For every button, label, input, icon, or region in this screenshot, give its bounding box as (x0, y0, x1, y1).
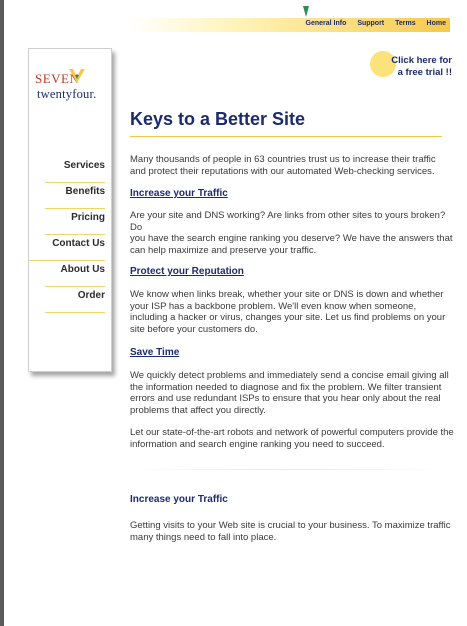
trial-line-2: a free trial !! (397, 67, 452, 78)
page-edge (0, 0, 4, 626)
nav-home[interactable]: Home (427, 20, 446, 27)
nav-support[interactable]: Support (357, 20, 384, 27)
top-nav-bar: General Info Support Terms Home (128, 18, 450, 32)
nav-terms[interactable]: Terms (395, 20, 416, 27)
intro-paragraph: Many thousands of people in 63 countries… (130, 154, 436, 177)
sidebar-item-about-us[interactable]: About Us (45, 261, 105, 287)
section-body-save-time: We quickly detect problems and immediate… (130, 370, 449, 416)
sidebar-nav: Services Benefits Pricing Contact Us Abo… (29, 157, 105, 313)
sidebar-item-services[interactable]: Services (45, 157, 105, 183)
section-divider (130, 469, 442, 470)
sidebar-item-contact-us[interactable]: Contact Us (29, 235, 105, 261)
lower-body-increase-traffic: Getting visits to your Web site is cruci… (130, 520, 451, 543)
title-divider (130, 136, 442, 137)
main-content: Keys to a Better Site Many thousands of … (130, 108, 454, 543)
section-body-increase-traffic-2: you have the search engine ranking you d… (130, 233, 453, 256)
free-trial-link[interactable]: Click here for a free trial !! (370, 51, 452, 89)
section-heading-protect-reputation[interactable]: Protect your Reputation (130, 266, 454, 278)
active-nav-marker-icon (303, 6, 309, 17)
sidebar-item-order[interactable]: Order (45, 287, 105, 313)
trial-line-1: Click here for (391, 55, 452, 66)
section-body-protect-reputation: We know when links break, whether your s… (130, 289, 446, 335)
page-title: Keys to a Better Site (130, 109, 306, 129)
sidebar-item-pricing[interactable]: Pricing (45, 209, 105, 235)
section-body-save-time-2: Let our state-of-the-art robots and netw… (130, 427, 454, 450)
logo-twentyfour-text: twentyfour. (37, 87, 97, 101)
sidebar-item-benefits[interactable]: Benefits (45, 183, 105, 209)
section-heading-increase-traffic[interactable]: Increase your Traffic (130, 188, 454, 200)
nav-general-info[interactable]: General Info (306, 20, 347, 27)
lower-heading-increase-traffic: Increase your Traffic (130, 494, 228, 505)
section-heading-save-time[interactable]: Save Time (130, 347, 454, 359)
logo[interactable]: SEVEN twentyfour. (29, 65, 111, 111)
section-body-increase-traffic: Are your site and DNS working? Are links… (130, 210, 446, 233)
top-nav: General Info Support Terms Home (297, 20, 446, 27)
logo-mark-icon (69, 69, 85, 83)
sidebar: SEVEN twentyfour. Services Benefits Pric… (28, 48, 112, 372)
